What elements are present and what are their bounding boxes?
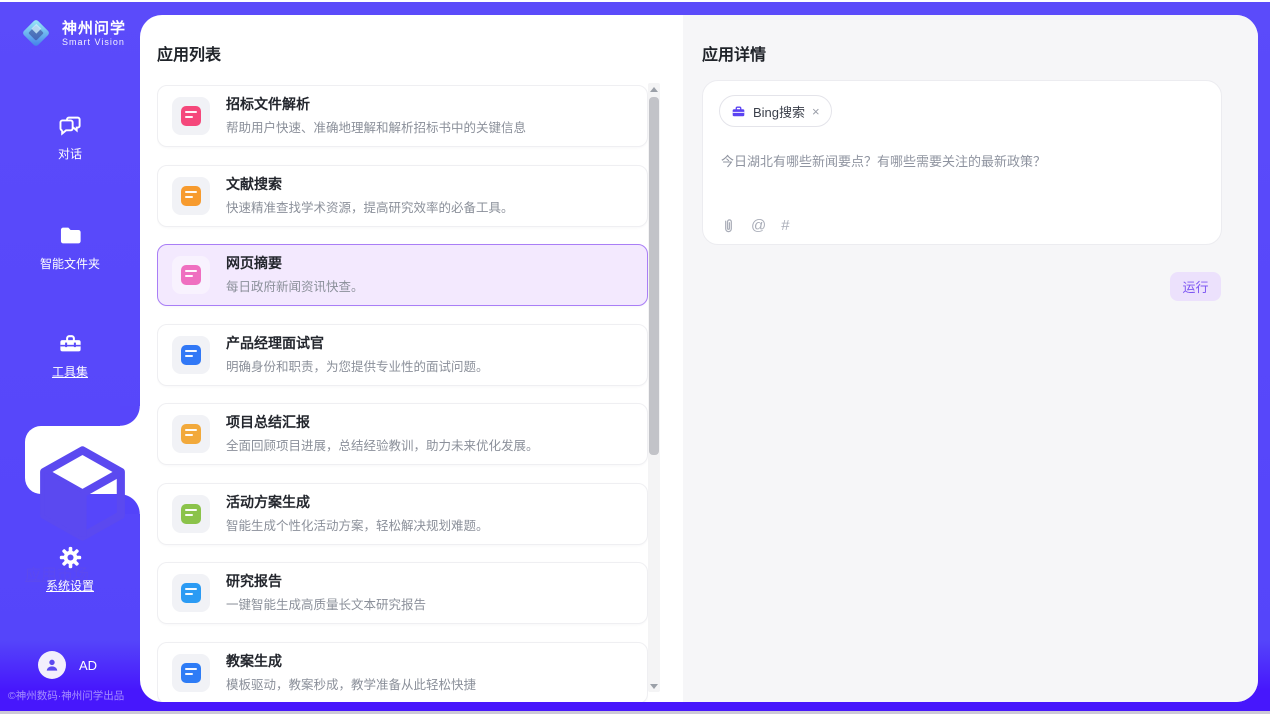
app-card-event-plan[interactable]: 活动方案生成 智能生成个性化活动方案，轻松解决规划难题。 — [157, 483, 648, 545]
brand-name: 神州问学 — [62, 20, 126, 37]
research-icon — [172, 574, 210, 612]
app-card-title: 教案生成 — [226, 653, 476, 670]
query-text[interactable]: 今日湖北有哪些新闻要点？有哪些需要关注的最新政策？ — [721, 151, 1203, 170]
app-card-lesson-plan[interactable]: 教案生成 模板驱动，教案秒成，教学准备从此轻松快捷 — [157, 642, 648, 703]
app-card-title: 招标文件解析 — [226, 96, 526, 113]
toolbox-icon — [57, 330, 84, 357]
app-list-panel: 应用列表 招标文件解析 帮助用户快速、准确地理解和解析招标书中的关键信息 文献搜… — [140, 15, 683, 702]
books-icon — [172, 654, 210, 692]
tool-chip-label: Bing搜索 — [753, 102, 805, 121]
gear-icon — [57, 544, 84, 571]
app-card-title: 项目总结汇报 — [226, 414, 539, 431]
input-toolbar: @ # — [721, 217, 790, 234]
sidebar-item-label: 系统设置 — [0, 577, 140, 594]
app-card-desc: 每日政府新闻资讯快查。 — [226, 276, 364, 295]
sidebar-item-smart-folder[interactable]: 智能文件夹 — [0, 222, 140, 272]
book-icon — [172, 177, 210, 215]
briefcase-icon — [731, 104, 746, 119]
app-card-title: 研究报告 — [226, 573, 426, 590]
app-detail-panel: 应用详情 Bing搜索 × 今日湖北有哪些新闻要点？有哪些需要关注的最新政策？ — [683, 15, 1258, 702]
user-name: AD — [79, 658, 97, 673]
edit-document-icon — [172, 97, 210, 135]
brand-subtitle: Smart Vision — [62, 37, 126, 47]
app-card-title: 活动方案生成 — [226, 494, 489, 511]
mention-icon[interactable]: @ — [751, 218, 766, 233]
brand-diamond-icon — [18, 15, 54, 51]
app-card-desc: 智能生成个性化活动方案，轻松解决规划难题。 — [226, 515, 489, 534]
sidebar-footer: ©神州数码·神州问学出品 — [8, 688, 124, 703]
attachment-icon[interactable] — [721, 217, 736, 234]
sidebar-item-chat[interactable]: 对话 — [0, 112, 140, 162]
app-card-title: 文献搜索 — [226, 176, 514, 193]
user-account[interactable]: AD — [38, 651, 97, 679]
folder-icon — [57, 222, 84, 249]
sidebar-item-label: 智能文件夹 — [0, 255, 140, 272]
hash-icon[interactable]: # — [781, 218, 789, 233]
cube-icon — [25, 436, 140, 551]
bubble-notch-top — [120, 406, 140, 426]
sidebar-item-app-market[interactable]: 应用市场 — [25, 426, 140, 494]
app-detail-title: 应用详情 — [702, 41, 766, 65]
sidebar-item-toolset[interactable]: 工具集 — [0, 330, 140, 380]
app-card-pm-interviewer[interactable]: 产品经理面试官 明确身份和职责，为您提供专业性的面试问题。 — [157, 324, 648, 386]
app-card-desc: 明确身份和职责，为您提供专业性的面试问题。 — [226, 356, 489, 375]
app-list: 招标文件解析 帮助用户快速、准确地理解和解析招标书中的关键信息 文献搜索 快速精… — [157, 85, 648, 702]
app-card-desc: 全面回顾项目进展，总结经验教训，助力未来优化发展。 — [226, 435, 539, 454]
app-card-research-report[interactable]: 研究报告 一键智能生成高质量长文本研究报告 — [157, 562, 648, 624]
main-content: 应用列表 招标文件解析 帮助用户快速、准确地理解和解析招标书中的关键信息 文献搜… — [140, 15, 1258, 702]
app-card-desc: 帮助用户快速、准确地理解和解析招标书中的关键信息 — [226, 117, 526, 136]
sidebar: 神州问学 Smart Vision 对话 智能文件夹 — [0, 2, 140, 711]
app-card-title: 网页摘要 — [226, 255, 364, 272]
purple-frame: 神州问学 Smart Vision 对话 智能文件夹 — [0, 2, 1270, 711]
app-card-project-summary[interactable]: 项目总结汇报 全面回顾项目进展，总结经验教训，助力未来优化发展。 — [157, 403, 648, 465]
scrollbar[interactable] — [648, 83, 660, 692]
app-card-desc: 快速精准查找学术资源，提高研究效率的必备工具。 — [226, 197, 514, 216]
interviewer-icon — [172, 336, 210, 374]
app-card-desc: 一键智能生成高质量长文本研究报告 — [226, 594, 426, 613]
run-button[interactable]: 运行 — [1170, 272, 1221, 301]
scrollbar-thumb[interactable] — [649, 97, 659, 455]
app-card-literature-search[interactable]: 文献搜索 快速精准查找学术资源，提高研究效率的必备工具。 — [157, 165, 648, 227]
person-icon — [43, 656, 61, 674]
sidebar-item-label: 对话 — [0, 145, 140, 162]
app-window: 神州问学 Smart Vision 对话 智能文件夹 — [0, 0, 1270, 714]
close-icon[interactable]: × — [812, 105, 820, 118]
query-input-card[interactable]: Bing搜索 × 今日湖北有哪些新闻要点？有哪些需要关注的最新政策？ @ # — [702, 80, 1222, 245]
chat-icon — [57, 112, 84, 139]
app-card-desc: 模板驱动，教案秒成，教学准备从此轻松快捷 — [226, 674, 476, 693]
tool-chip-bing-search[interactable]: Bing搜索 × — [719, 95, 832, 127]
avatar — [38, 651, 66, 679]
app-card-bid-parse[interactable]: 招标文件解析 帮助用户快速、准确地理解和解析招标书中的关键信息 — [157, 85, 648, 147]
sidebar-item-settings[interactable]: 系统设置 — [0, 544, 140, 594]
app-card-title: 产品经理面试官 — [226, 335, 489, 352]
app-card-web-summary[interactable]: 网页摘要 每日政府新闻资讯快查。 — [157, 244, 648, 306]
scroll-up-button[interactable] — [648, 83, 660, 95]
note-icon — [172, 415, 210, 453]
scroll-down-button[interactable] — [648, 680, 660, 692]
brand-logo: 神州问学 Smart Vision — [18, 15, 126, 51]
clipboard-check-icon — [172, 495, 210, 533]
webpage-icon — [172, 256, 210, 294]
sidebar-item-label: 工具集 — [0, 363, 140, 380]
app-list-title: 应用列表 — [157, 41, 221, 65]
